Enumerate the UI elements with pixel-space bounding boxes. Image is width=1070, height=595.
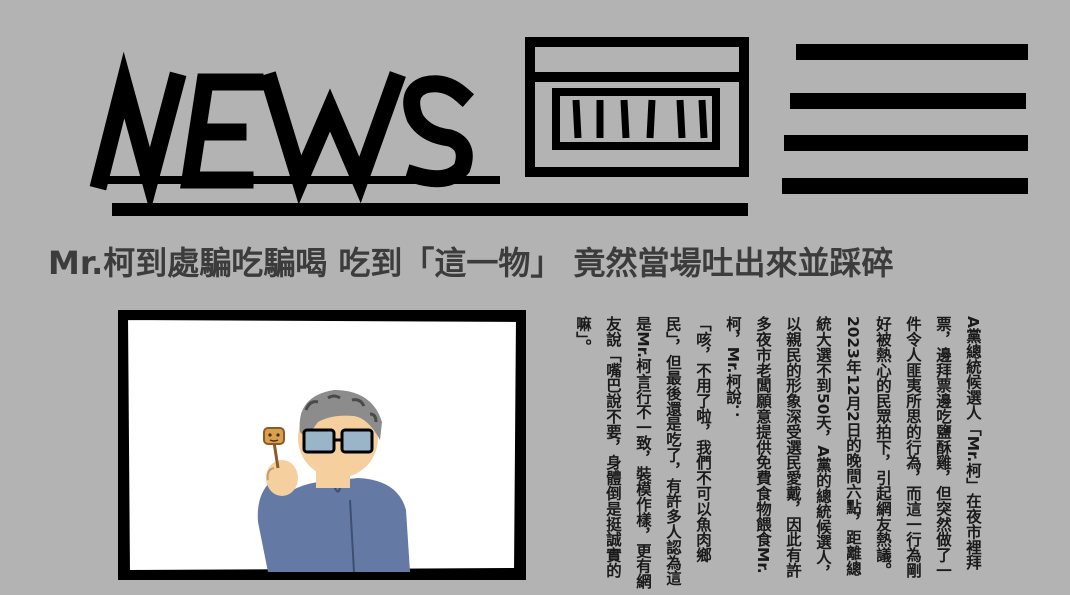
- newspaper-icon: [525, 37, 749, 177]
- masthead-underline-small: [98, 176, 500, 184]
- article-paragraph: 「咳，不用了啦，我們不可以魚肉鄉民」，但最後還是吃了，有許多人認為這是Mr.柯言…: [574, 316, 712, 589]
- masthead-underline: [112, 203, 748, 216]
- news-logo: [89, 51, 474, 213]
- news-photo: [118, 310, 526, 580]
- article-paragraph: 2023年12月2日的晚間六點，距離總統大選不到50天，A黨的總統候選人，以親民…: [724, 316, 862, 581]
- hamburger-menu-icon[interactable]: [782, 44, 1028, 194]
- article-body: A黨總統候選人「Mr.柯」在夜市裡拜票，邊拜票邊吃鹽酥雞，但突然做了一件令人匪夷…: [560, 316, 988, 590]
- article-paragraph: A黨總統候選人「Mr.柯」在夜市裡拜票，邊拜票邊吃鹽酥雞，但突然做了一件令人匪夷…: [874, 316, 982, 578]
- headline: Mr.柯到處騙吃騙喝 吃到「這一物」 竟然當場吐出來並踩碎: [48, 244, 894, 282]
- masthead: [0, 0, 1070, 230]
